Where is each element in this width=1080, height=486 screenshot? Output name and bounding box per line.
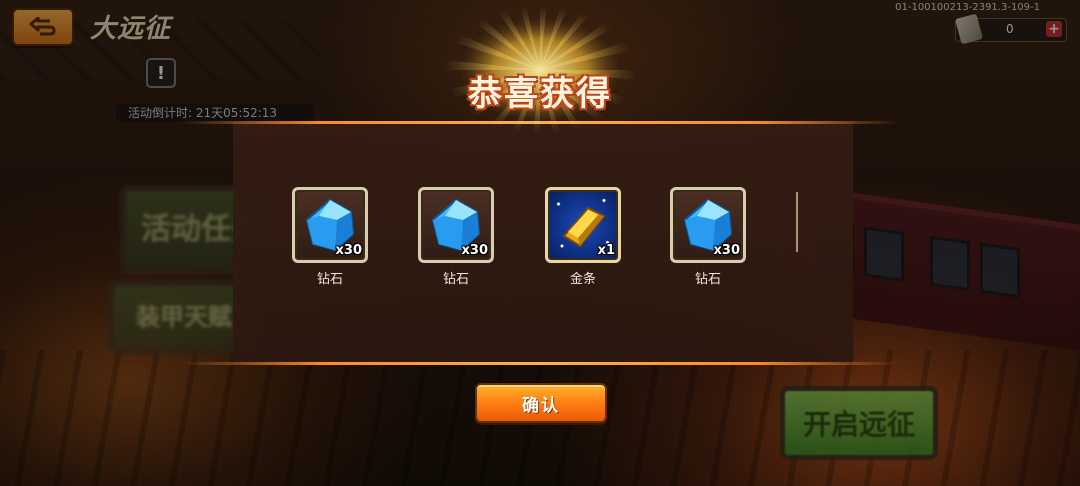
- reward-quantity: x30: [335, 243, 362, 258]
- reward-item[interactable]: x30 钻石: [418, 187, 494, 287]
- modal-title: 恭喜获得: [468, 74, 612, 114]
- reward-name: 金条: [569, 272, 596, 287]
- reward-slot[interactable]: x30: [292, 187, 368, 263]
- reward-name: 钻石: [694, 272, 721, 287]
- reward-name: 钻石: [442, 272, 469, 287]
- reward-list-scrollbar[interactable]: [796, 192, 798, 252]
- reward-item[interactable]: x30 钻石: [670, 187, 746, 287]
- confirm-button[interactable]: 确认: [475, 383, 607, 423]
- modal-bottom-edge: [180, 362, 900, 365]
- reward-item[interactable]: x30 钻石: [292, 187, 368, 287]
- reward-name: 钻石: [316, 272, 343, 287]
- reward-slot[interactable]: x1: [545, 187, 621, 263]
- reward-quantity: x30: [461, 243, 488, 258]
- reward-quantity: x1: [597, 243, 615, 258]
- reward-slot[interactable]: x30: [670, 187, 746, 263]
- reward-quantity: x30: [713, 243, 740, 258]
- reward-item[interactable]: x1 金条: [545, 187, 621, 287]
- reward-slot[interactable]: x30: [418, 187, 494, 263]
